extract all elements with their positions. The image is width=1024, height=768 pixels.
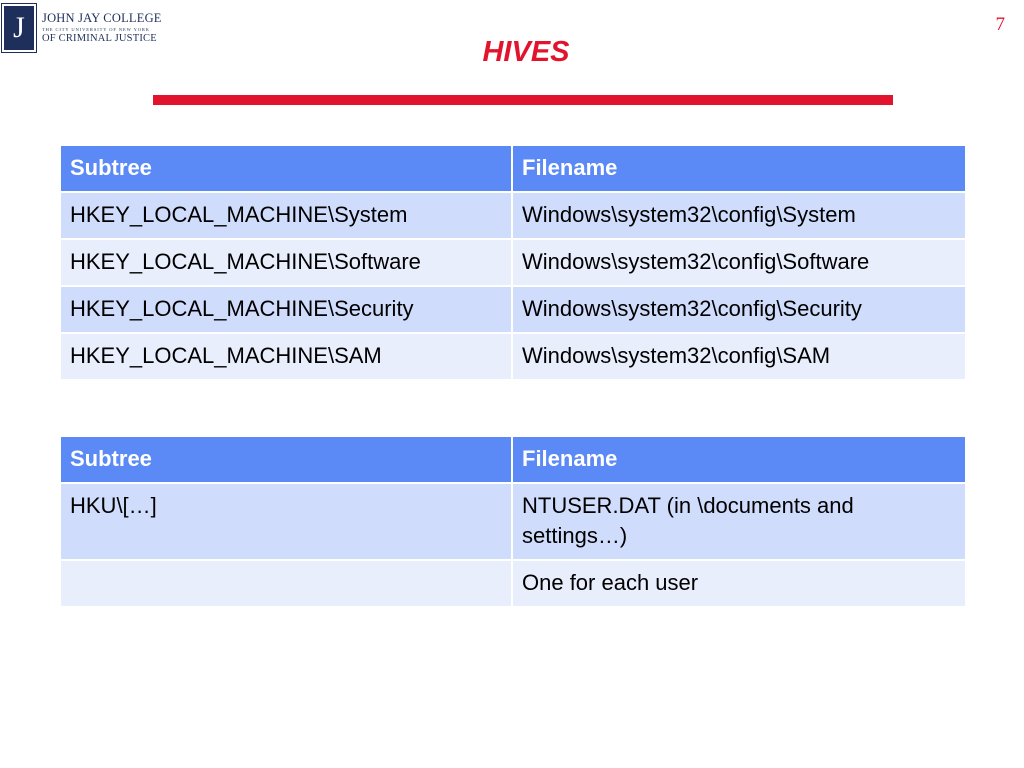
cell-filename: Windows\system32\config\Software — [511, 238, 967, 287]
cell-subtree — [59, 559, 513, 608]
cell-filename: One for each user — [511, 559, 967, 608]
logo-line-university: THE CITY UNIVERSITY OF NEW YORK — [42, 27, 150, 32]
table-row: HKEY_LOCAL_MACHINE\Software Windows\syst… — [59, 238, 967, 287]
cell-subtree: HKEY_LOCAL_MACHINE\Security — [59, 285, 513, 334]
title-divider — [153, 95, 893, 105]
cell-subtree: HKEY_LOCAL_MACHINE\System — [59, 191, 513, 240]
table-row: HKEY_LOCAL_MACHINE\SAM Windows\system32\… — [59, 332, 967, 381]
cell-subtree: HKEY_LOCAL_MACHINE\SAM — [59, 332, 513, 381]
table-row: One for each user — [59, 559, 967, 608]
cell-filename: Windows\system32\config\SAM — [511, 332, 967, 381]
header-filename: Filename — [511, 435, 967, 484]
table-row: HKEY_LOCAL_MACHINE\Security Windows\syst… — [59, 285, 967, 334]
cell-subtree: HKEY_LOCAL_MACHINE\Software — [59, 238, 513, 287]
slide-title: HIVES — [482, 36, 570, 68]
logo-line-college: JOHN JAY COLLEGE — [42, 11, 162, 25]
table-header-row: Subtree Filename — [59, 144, 967, 193]
hives-table-hku: Subtree Filename HKU\[…] NTUSER.DAT (in … — [59, 435, 967, 608]
cell-filename: NTUSER.DAT (in \documents and settings…) — [511, 482, 967, 561]
hives-table-hklm: Subtree Filename HKEY_LOCAL_MACHINE\Syst… — [59, 144, 967, 381]
page-number: 7 — [995, 14, 1006, 35]
cell-filename: Windows\system32\config\Security — [511, 285, 967, 334]
header-filename: Filename — [511, 144, 967, 193]
table-header-row: Subtree Filename — [59, 435, 967, 484]
cell-filename: Windows\system32\config\System — [511, 191, 967, 240]
header-subtree: Subtree — [59, 435, 513, 484]
header-subtree: Subtree — [59, 144, 513, 193]
cell-subtree: HKU\[…] — [59, 482, 513, 561]
table-row: HKEY_LOCAL_MACHINE\System Windows\system… — [59, 191, 967, 240]
table-row: HKU\[…] NTUSER.DAT (in \documents and se… — [59, 482, 967, 561]
